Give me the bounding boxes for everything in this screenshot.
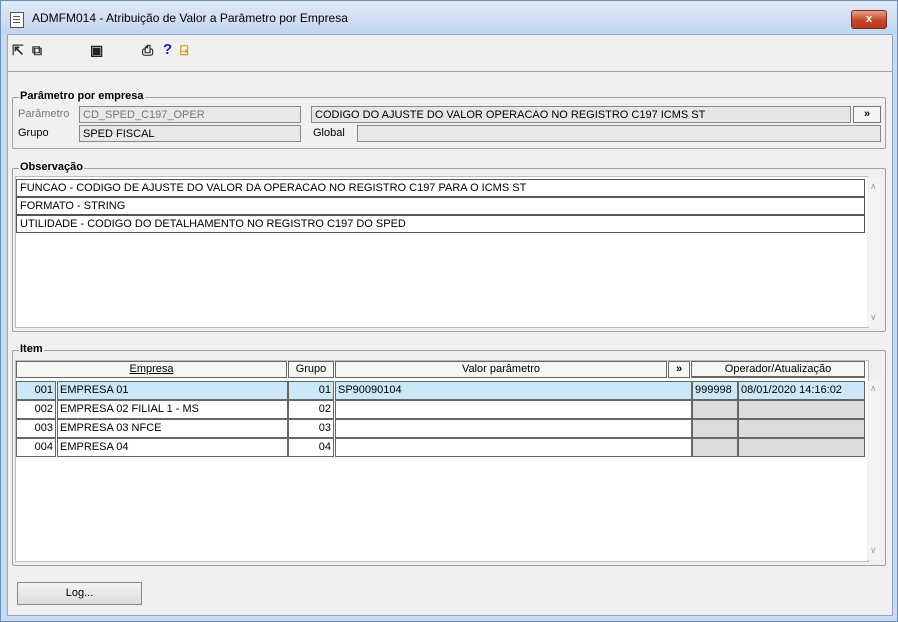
global-field[interactable] bbox=[357, 125, 881, 142]
row-valor[interactable] bbox=[335, 419, 692, 438]
scroll-down-icon[interactable]: ∨ bbox=[870, 312, 877, 323]
exit-icon[interactable]: ⍈ bbox=[180, 43, 188, 57]
bottom-bar: Log... bbox=[8, 570, 892, 615]
item-grid: Empresa Grupo Valor parâmetro » Operador… bbox=[15, 360, 882, 562]
global-label: Global bbox=[313, 127, 345, 139]
row-atualizacao[interactable] bbox=[738, 400, 865, 419]
observation-legend: Observação bbox=[19, 161, 84, 173]
row-empresa[interactable]: EMPRESA 03 NFCE bbox=[57, 419, 288, 438]
row-operador[interactable] bbox=[692, 438, 738, 457]
param-label: Parâmetro bbox=[18, 108, 70, 120]
row-operador[interactable] bbox=[692, 419, 738, 438]
row-grupo[interactable]: 04 bbox=[288, 438, 334, 457]
group-label: Grupo bbox=[18, 127, 49, 139]
observation-line: FORMATO - STRING bbox=[16, 197, 865, 215]
observation-line: UTILIDADE - CODIGO DO DETALHAMENTO NO RE… bbox=[16, 215, 865, 233]
row-code[interactable]: 003 bbox=[16, 419, 56, 438]
header-valor[interactable]: Valor parâmetro bbox=[335, 361, 667, 378]
row-grupo[interactable]: 02 bbox=[288, 400, 334, 419]
row-atualizacao[interactable] bbox=[738, 419, 865, 438]
previous-icon[interactable]: ⧉ bbox=[32, 43, 42, 57]
title-bar: ADMFM014 - Atribuição de Valor a Parâmet… bbox=[1, 1, 897, 34]
document-icon bbox=[10, 12, 24, 28]
row-atualizacao[interactable]: 08/01/2020 14:16:02 bbox=[738, 381, 865, 400]
param-description-field[interactable]: CODIGO DO AJUSTE DO VALOR OPERACAO NO RE… bbox=[311, 106, 851, 123]
client-area: ⇱ ⧉ ▣ ⎙ ? ⍈ Parâmetro por empresa Parâme… bbox=[7, 34, 893, 616]
param-legend: Parâmetro por empresa bbox=[19, 90, 145, 102]
window-title: ADMFM014 - Atribuição de Valor a Parâmet… bbox=[32, 11, 348, 25]
row-empresa[interactable]: EMPRESA 01 bbox=[57, 381, 288, 400]
scroll-up-icon[interactable]: ∧ bbox=[870, 181, 877, 192]
param-field[interactable]: CD_SPED_C197_OPER bbox=[79, 106, 301, 123]
observation-list[interactable]: FUNCAO - CODIGO DE AJUSTE DO VALOR DA OP… bbox=[15, 176, 882, 328]
main-window: ADMFM014 - Atribuição de Valor a Parâmet… bbox=[0, 0, 898, 622]
group-field[interactable]: SPED FISCAL bbox=[79, 125, 301, 142]
row-valor[interactable] bbox=[335, 400, 692, 419]
row-operador[interactable] bbox=[692, 400, 738, 419]
row-code[interactable]: 002 bbox=[16, 400, 56, 419]
toolbar: ⇱ ⧉ ▣ ⎙ ? ⍈ bbox=[8, 35, 892, 65]
save-icon[interactable]: ▣ bbox=[90, 43, 103, 57]
row-atualizacao[interactable] bbox=[738, 438, 865, 457]
item-legend: Item bbox=[19, 343, 44, 355]
item-scrollbar[interactable]: ∧ ∨ bbox=[867, 381, 882, 560]
scroll-up-icon[interactable]: ∧ bbox=[870, 383, 877, 394]
row-empresa[interactable]: EMPRESA 04 bbox=[57, 438, 288, 457]
print-icon[interactable]: ⎙ bbox=[142, 43, 153, 57]
param-more-button[interactable]: » bbox=[853, 106, 881, 123]
header-empresa[interactable]: Empresa bbox=[16, 361, 287, 378]
param-group: Parâmetro por empresa Parâmetro CD_SPED_… bbox=[12, 90, 886, 149]
row-grupo[interactable]: 03 bbox=[288, 419, 334, 438]
row-valor[interactable] bbox=[335, 438, 692, 457]
header-operador[interactable]: Operador/Atualização bbox=[691, 361, 865, 378]
scroll-down-icon[interactable]: ∨ bbox=[870, 545, 877, 556]
row-operador[interactable]: 999998 bbox=[692, 381, 738, 400]
row-empresa[interactable]: EMPRESA 02 FILIAL 1 - MS bbox=[57, 400, 288, 419]
observation-scrollbar[interactable]: ∧ ∨ bbox=[867, 177, 882, 327]
row-code[interactable]: 004 bbox=[16, 438, 56, 457]
help-icon[interactable]: ? bbox=[163, 42, 172, 57]
row-code[interactable]: 001 bbox=[16, 381, 56, 400]
header-grupo[interactable]: Grupo bbox=[288, 361, 334, 378]
close-button[interactable]: x bbox=[851, 10, 887, 29]
header-more-button[interactable]: » bbox=[668, 361, 690, 378]
row-valor[interactable]: SP90090104 bbox=[335, 381, 692, 400]
row-grupo[interactable]: 01 bbox=[288, 381, 334, 400]
toolbar-divider bbox=[8, 71, 892, 72]
log-button[interactable]: Log... bbox=[17, 582, 142, 605]
first-icon[interactable]: ⇱ bbox=[12, 43, 24, 57]
observation-line: FUNCAO - CODIGO DE AJUSTE DO VALOR DA OP… bbox=[16, 179, 865, 197]
